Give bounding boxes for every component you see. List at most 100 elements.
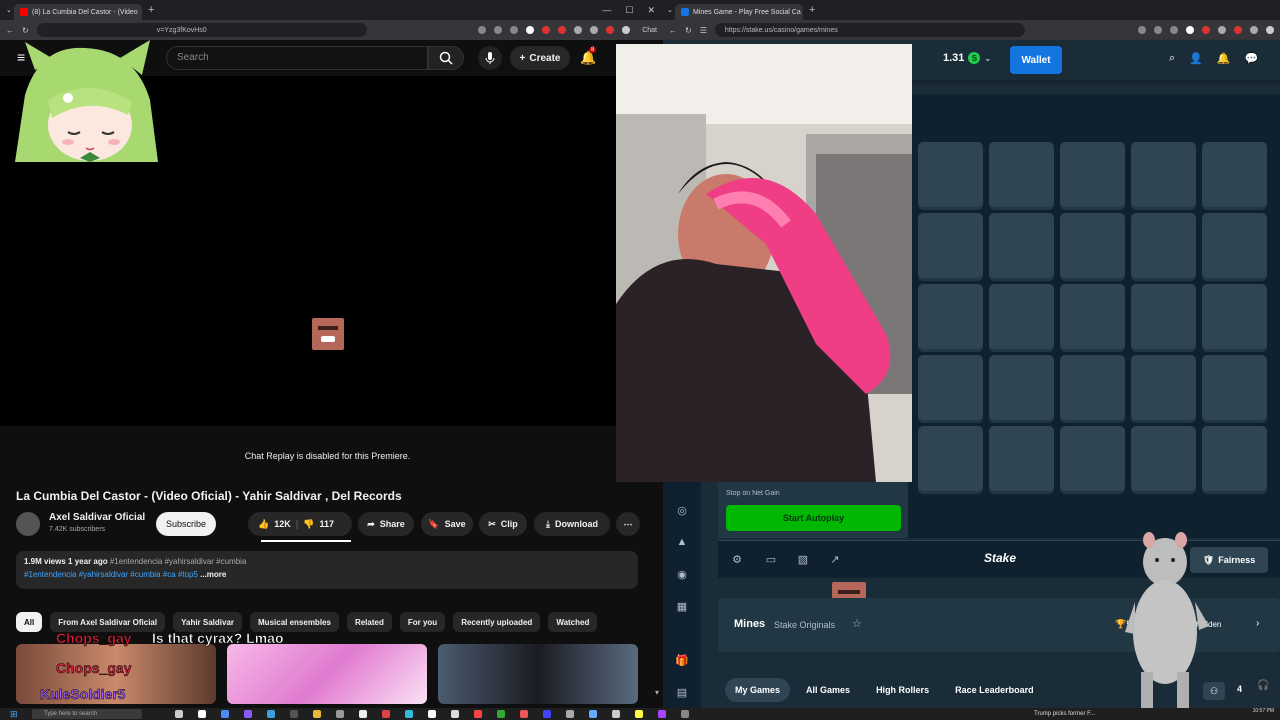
mine-tile[interactable] [989,284,1054,349]
channel-name[interactable]: Axel Saldivar Oficial [49,512,145,523]
mine-tile[interactable] [918,284,983,349]
mine-tile[interactable] [918,213,983,278]
description-box[interactable]: 1.9M views 1 year ago #1entendencia #yah… [16,551,638,589]
mine-tile[interactable] [1202,355,1267,420]
back-icon[interactable]: ← [6,26,14,35]
app-icon[interactable] [451,710,459,718]
scroll-down-icon[interactable]: ▾ [655,688,659,697]
extension-icon[interactable] [590,26,599,34]
bell-icon[interactable]: 🔔 [1217,52,1231,65]
settings-gear-icon[interactable]: ⚙ [730,553,744,567]
app-icon[interactable] [520,710,528,718]
news-widget[interactable]: Trump picks former F... [1034,711,1095,717]
more-actions-button[interactable]: ⋯ [616,512,640,536]
app-icon[interactable] [497,710,505,718]
sports-icon[interactable]: ▲ [675,536,689,550]
document-icon[interactable]: ▤ [675,686,689,700]
close-window-icon[interactable]: ✕ [647,5,655,16]
like-icon[interactable]: 👍 [258,519,269,530]
mine-tile[interactable] [918,426,983,491]
chip-recently-uploaded[interactable]: Recently uploaded [453,612,541,632]
site-info-icon[interactable]: ☰ [700,26,707,35]
url-field[interactable]: v=Yzg3fKovHs0 [36,23,367,37]
chip-watched[interactable]: Watched [548,612,598,632]
mine-tile[interactable] [1060,284,1125,349]
extension-icon[interactable] [574,26,583,34]
user-icon[interactable]: 👤 [1189,52,1203,65]
tab-race-leaderboard[interactable]: Race Leaderboard [945,678,1044,702]
download-button[interactable]: ⤓ Download [534,512,610,536]
app-icon[interactable] [244,710,252,718]
tab-youtube[interactable]: (8) La Cumbia Del Castor - (Video ✕ [14,4,142,20]
mine-tile[interactable] [989,426,1054,491]
clip-button[interactable]: ✂ Clip [479,512,527,536]
tab-all-games[interactable]: All Games [796,678,860,702]
chip-all[interactable]: All [16,612,43,632]
game-subtitle[interactable]: Stake Originals [774,620,835,630]
reload-icon[interactable]: ↻ [685,26,692,35]
share-button[interactable]: ➦ Share [358,512,414,536]
more-link[interactable]: ...more [200,570,226,579]
extension-icon[interactable] [542,26,551,34]
chip-for-you[interactable]: For you [399,612,446,632]
tab-stake[interactable]: Mines Game - Play Free Social Ca ✕ [675,4,803,20]
mine-tile[interactable] [1131,213,1196,278]
dislike-icon[interactable]: 👎 [303,519,314,530]
related-video-thumbnail[interactable] [227,644,427,704]
search-input[interactable]: Search [166,46,428,70]
extension-icon[interactable] [510,26,519,34]
extension-icon[interactable] [478,26,487,34]
save-button[interactable]: 🔖 Save [421,512,473,536]
chevron-right-icon[interactable]: › [1256,618,1259,629]
tab-menu-icon[interactable]: ⌄ [667,6,675,14]
app-icon[interactable] [359,710,367,718]
gift-icon[interactable]: 🎁 [675,654,689,668]
mine-tile[interactable] [1060,355,1125,420]
tab-high-rollers[interactable]: High Rollers [866,678,939,702]
hashtag-links[interactable]: #1entendencia #yahirsaldivar #cumbia #ca… [24,570,198,579]
new-tab-icon[interactable]: + [809,4,815,16]
new-tab-icon[interactable]: + [148,4,154,16]
support-headset-icon[interactable]: 🎧 [1257,680,1269,691]
app-icon[interactable] [589,710,597,718]
profile-avatar-icon[interactable] [622,26,631,34]
games-grid-icon[interactable]: ▦ [675,600,689,614]
taskbar-search-input[interactable]: Type here to search [32,709,142,719]
extension-icon[interactable] [1250,26,1258,34]
tab2-label[interactable]: Chat [642,27,657,34]
mine-tile[interactable] [1202,426,1267,491]
app-icon[interactable] [566,710,574,718]
app-icon[interactable] [658,710,666,718]
url-field[interactable]: https://stake.us/casino/games/mines [714,23,1025,37]
app-icon[interactable] [635,710,643,718]
extension-icon[interactable] [1234,26,1242,34]
extension-icon[interactable] [606,26,615,34]
search-icon[interactable]: ⌕ [1169,52,1175,65]
theatre-mode-icon[interactable]: ▭ [764,553,778,567]
windows-start-icon[interactable]: ⊞ [10,709,18,720]
chip-yahir-saldivar[interactable]: Yahir Saldivar [173,612,243,632]
app-icon[interactable] [543,710,551,718]
maximize-icon[interactable]: ☐ [625,5,633,16]
mine-tile[interactable] [1202,284,1267,349]
mine-tile[interactable] [989,213,1054,278]
profile-avatar-icon[interactable] [1266,26,1274,34]
mine-tile[interactable] [1060,142,1125,207]
wallet-button[interactable]: Wallet [1010,46,1062,74]
results-count[interactable]: 4 [1237,684,1242,694]
tab-menu-icon[interactable]: ⌄ [6,6,14,14]
app-icon[interactable] [221,710,229,718]
app-icon[interactable] [313,710,321,718]
stats-chart-icon[interactable]: ▧ [796,553,810,567]
reload-icon[interactable]: ↻ [22,26,29,35]
mine-tile[interactable] [1131,426,1196,491]
dislike-count[interactable]: 117 [319,519,334,529]
mine-tile[interactable] [1202,142,1267,207]
popout-icon[interactable]: ↗ [828,553,842,567]
subscribe-button[interactable]: Subscribe [156,512,216,536]
app-icon[interactable] [474,710,482,718]
mine-tile[interactable] [989,142,1054,207]
search-button[interactable] [428,46,464,70]
tab-my-games[interactable]: My Games [725,678,791,702]
live-bets-icon[interactable]: ⚇ [1203,682,1225,700]
